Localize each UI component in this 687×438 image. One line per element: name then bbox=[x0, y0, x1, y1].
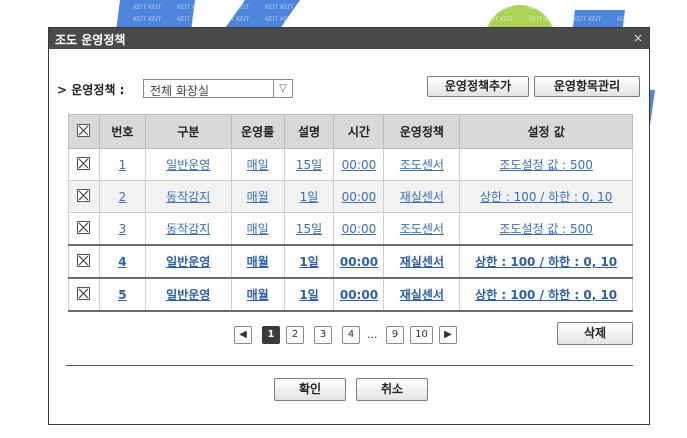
row-number-link[interactable]: 1 bbox=[119, 158, 127, 172]
row-rule-link[interactable]: 매월 bbox=[247, 190, 269, 204]
row-desc-link[interactable]: 15일 bbox=[296, 222, 322, 236]
delete-button[interactable]: 삭제 bbox=[557, 322, 633, 345]
row-policy-link[interactable]: 조도센서 bbox=[400, 158, 444, 172]
row-number-link[interactable]: 4 bbox=[118, 255, 126, 269]
dialog-title: 조도 운영정책 bbox=[55, 33, 126, 47]
table-row[interactable]: 2 동작감지 매월 1일 00:00 재실센서 상한 : 100 / 하한 : … bbox=[68, 180, 633, 213]
row-time-link[interactable]: 00:00 bbox=[342, 158, 377, 172]
table-row[interactable]: 5 일반운영 매월 1일 00:00 재실센서 상한 : 100 / 하한 : … bbox=[68, 277, 633, 312]
row-policy-link[interactable]: 재실센서 bbox=[400, 190, 444, 204]
row-value-link[interactable]: 조도설정 값 : 500 bbox=[499, 158, 593, 172]
page-button-3[interactable]: 3 bbox=[314, 326, 332, 344]
page-button-4[interactable]: 4 bbox=[342, 326, 360, 344]
row-desc-link[interactable]: 15일 bbox=[296, 158, 322, 172]
policy-dialog: 조도 운영정책 × > 운영정책 : 전체 화장실 ▽ 운영정책추가 운영항목관… bbox=[48, 27, 650, 425]
row-checkbox[interactable] bbox=[77, 156, 91, 170]
row-checkbox[interactable] bbox=[77, 188, 91, 202]
row-number-link[interactable]: 2 bbox=[119, 190, 127, 204]
row-value-link[interactable]: 상한 : 100 / 하한 : 0, 10 bbox=[480, 190, 613, 204]
checkbox-icon[interactable] bbox=[77, 123, 91, 137]
row-rule-link[interactable]: 매일 bbox=[247, 158, 269, 172]
row-value-link[interactable]: 상한 : 100 / 하한 : 0, 10 bbox=[475, 288, 617, 302]
row-policy-link[interactable]: 재실센서 bbox=[400, 255, 444, 269]
row-value-link[interactable]: 상한 : 100 / 하한 : 0, 10 bbox=[475, 255, 617, 269]
page-button-2[interactable]: 2 bbox=[286, 326, 304, 344]
table-row[interactable]: 1 일반운영 매일 15일 00:00 조도센서 조도설정 값 : 500 bbox=[68, 148, 633, 181]
page-button-9[interactable]: 9 bbox=[386, 326, 404, 344]
row-desc-link[interactable]: 1일 bbox=[299, 288, 318, 302]
row-policy-link[interactable]: 재실센서 bbox=[400, 288, 444, 302]
row-type-link[interactable]: 일반운영 bbox=[166, 288, 210, 302]
row-number-link[interactable]: 3 bbox=[119, 222, 127, 236]
row-type-link[interactable]: 일반운영 bbox=[166, 255, 210, 269]
header-policy: 운영정책 bbox=[383, 114, 461, 149]
manage-items-button[interactable]: 운영항목관리 bbox=[534, 76, 640, 97]
cancel-button[interactable]: 취소 bbox=[356, 378, 428, 401]
row-desc-link[interactable]: 1일 bbox=[300, 190, 319, 204]
row-rule-link[interactable]: 매일 bbox=[247, 222, 269, 236]
page-ellipsis: ... bbox=[367, 328, 378, 341]
row-rule-link[interactable]: 매월 bbox=[247, 288, 269, 302]
prev-page-icon[interactable]: ◀ bbox=[234, 326, 252, 344]
page-button-1[interactable]: 1 bbox=[262, 326, 280, 344]
filter-row: > 운영정책 : 전체 화장실 ▽ 운영정책추가 운영항목관리 bbox=[57, 76, 645, 99]
row-type-link[interactable]: 동작감지 bbox=[166, 222, 210, 236]
table-row[interactable]: 3 동작감지 매일 15일 00:00 조도센서 조도설정 값 : 500 bbox=[68, 212, 633, 246]
row-checkbox[interactable] bbox=[77, 220, 91, 234]
select-all-checkbox[interactable] bbox=[68, 114, 100, 149]
header-setting-value: 설정 값 bbox=[459, 114, 633, 149]
row-number-link[interactable]: 5 bbox=[118, 288, 126, 302]
header-type: 구분 bbox=[144, 114, 232, 149]
header-number: 번호 bbox=[98, 114, 146, 149]
row-value-link[interactable]: 조도설정 값 : 500 bbox=[499, 222, 593, 236]
confirm-button[interactable]: 확인 bbox=[274, 378, 346, 401]
dialog-titlebar[interactable]: 조도 운영정책 × bbox=[49, 28, 649, 49]
header-time: 시간 bbox=[333, 114, 385, 149]
close-icon[interactable]: × bbox=[633, 31, 643, 45]
row-checkbox[interactable] bbox=[77, 253, 91, 267]
row-desc-link[interactable]: 1일 bbox=[299, 255, 318, 269]
row-time-link[interactable]: 00:00 bbox=[342, 222, 377, 236]
row-rule-link[interactable]: 매월 bbox=[247, 255, 269, 269]
row-policy-link[interactable]: 조도센서 bbox=[400, 222, 444, 236]
header-rule: 운영룰 bbox=[230, 114, 285, 149]
policy-select-value: 전체 화장실 bbox=[150, 84, 210, 98]
page-button-10[interactable]: 10 bbox=[410, 326, 433, 344]
header-description: 설명 bbox=[283, 114, 335, 149]
row-time-link[interactable]: 00:00 bbox=[340, 288, 378, 302]
row-time-link[interactable]: 00:00 bbox=[340, 255, 378, 269]
add-policy-button[interactable]: 운영정책추가 bbox=[427, 76, 529, 97]
policy-table: 번호 구분 운영룰 설명 시간 운영정책 설정 값 1 일반운영 매일 15일 … bbox=[68, 114, 633, 312]
row-checkbox[interactable] bbox=[77, 286, 91, 300]
table-row[interactable]: 4 일반운영 매월 1일 00:00 재실센서 상한 : 100 / 하한 : … bbox=[68, 244, 633, 279]
row-type-link[interactable]: 일반운영 bbox=[166, 158, 210, 172]
next-page-icon[interactable]: ▶ bbox=[439, 326, 457, 344]
row-time-link[interactable]: 00:00 bbox=[342, 190, 377, 204]
divider bbox=[66, 365, 633, 366]
policy-select[interactable]: 전체 화장실 ▽ bbox=[143, 79, 293, 98]
row-type-link[interactable]: 동작감지 bbox=[166, 190, 210, 204]
table-header-row: 번호 구분 운영룰 설명 시간 운영정책 설정 값 bbox=[68, 114, 633, 149]
policy-filter-label: > 운영정책 : bbox=[57, 83, 125, 97]
chevron-down-icon[interactable]: ▽ bbox=[273, 80, 292, 97]
